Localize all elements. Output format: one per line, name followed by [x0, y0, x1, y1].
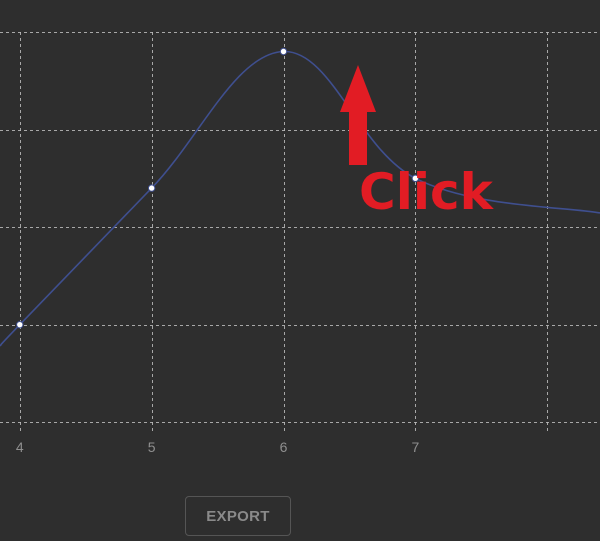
- data-point-x5[interactable]: [147, 184, 156, 192]
- data-point-x6[interactable]: [279, 47, 288, 56]
- callout-label: Click: [359, 163, 495, 221]
- x-tick-label: 4: [16, 439, 24, 455]
- click-callout: Click: [340, 65, 495, 221]
- grid-lines: [0, 32, 600, 432]
- line-chart: 4 5 6 7 Click: [0, 32, 600, 455]
- x-axis-tick-labels: 4 5 6 7: [16, 439, 420, 455]
- export-button[interactable]: EXPORT: [185, 496, 291, 536]
- series-lines: [0, 50, 600, 347]
- chart-panel: 4 5 6 7 Click EXPORT: [0, 0, 600, 541]
- up-arrow-icon: [340, 65, 376, 165]
- x-tick-label: 6: [280, 439, 288, 455]
- x-tick-label: 5: [148, 439, 156, 455]
- x-tick-label: 7: [411, 439, 419, 455]
- data-point-x4[interactable]: [16, 320, 24, 329]
- series-line: [0, 50, 600, 347]
